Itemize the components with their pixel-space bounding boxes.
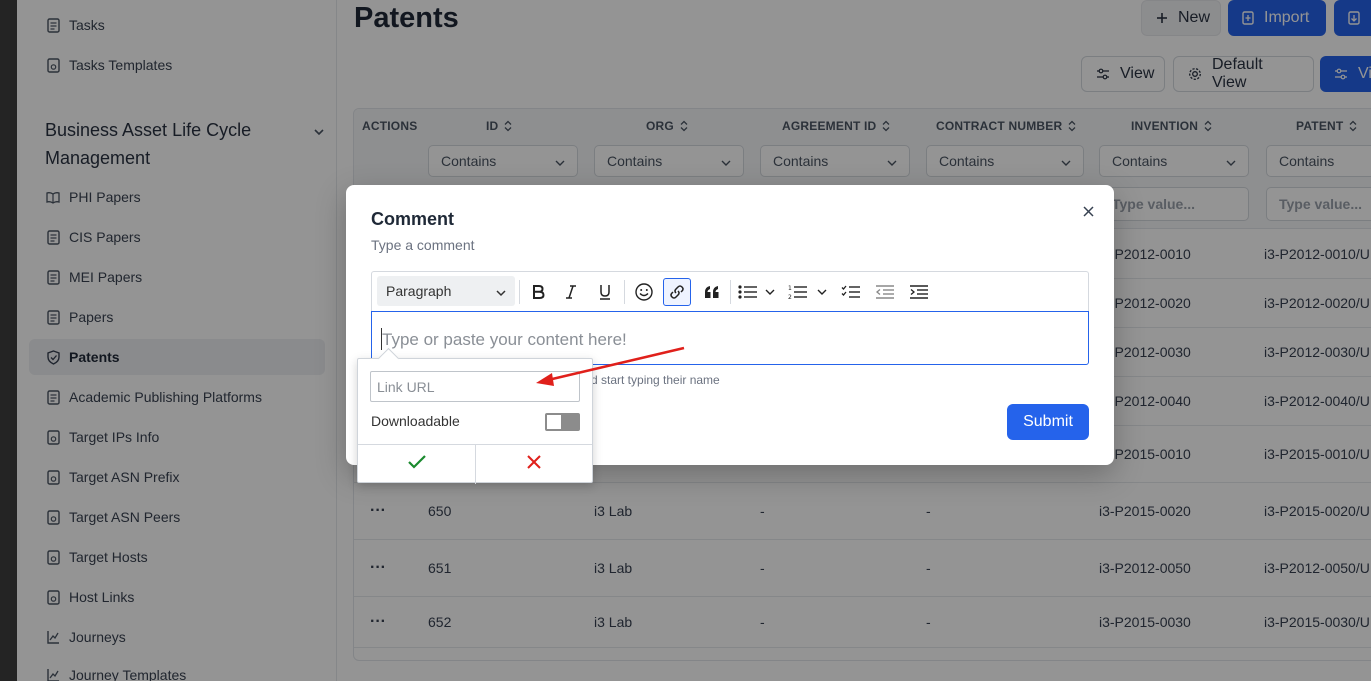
downloadable-label: Downloadable [371, 413, 460, 429]
link-url-input[interactable]: Link URL [370, 371, 580, 402]
emoji-icon[interactable] [630, 278, 658, 306]
toolbar-divider [624, 280, 625, 304]
underline-icon[interactable] [591, 278, 619, 306]
numbered-list-icon[interactable]: 12 [786, 278, 830, 306]
check-icon [407, 455, 426, 474]
downloadable-toggle[interactable] [545, 413, 580, 431]
mention-helper-text: d start typing their name [591, 373, 720, 387]
bulleted-list-icon[interactable] [735, 278, 779, 306]
comment-editor[interactable]: Type or paste your content here! [371, 311, 1089, 365]
blockquote-icon[interactable] [698, 278, 726, 306]
editor-placeholder: Type or paste your content here! [382, 330, 627, 349]
indent-icon[interactable] [905, 278, 933, 306]
editor-toolbar: Paragraph 12 [371, 271, 1089, 311]
todo-list-icon[interactable] [837, 278, 865, 306]
toggle-knob [547, 415, 561, 429]
link-popup: Link URL Downloadable [357, 358, 593, 484]
modal-title: Comment [371, 209, 455, 229]
save-link-button[interactable] [358, 445, 475, 484]
bold-icon[interactable] [524, 278, 552, 306]
italic-icon[interactable] [557, 278, 585, 306]
outdent-icon[interactable] [871, 278, 899, 306]
close-icon [527, 455, 541, 474]
modal-subtitle: Type a comment [371, 237, 475, 253]
close-icon[interactable] [1078, 201, 1098, 221]
svg-text:2: 2 [788, 294, 792, 300]
paragraph-style-select[interactable]: Paragraph [377, 276, 515, 306]
toolbar-divider [519, 280, 520, 304]
link-icon[interactable] [663, 278, 691, 306]
toolbar-divider [730, 280, 731, 304]
svg-text:1: 1 [788, 285, 792, 292]
paragraph-style-label: Paragraph [386, 283, 452, 299]
cancel-link-button[interactable] [475, 445, 592, 484]
link-popup-actions [358, 444, 592, 484]
submit-button[interactable]: Submit [1007, 404, 1089, 440]
chevron-down-icon [496, 285, 506, 301]
